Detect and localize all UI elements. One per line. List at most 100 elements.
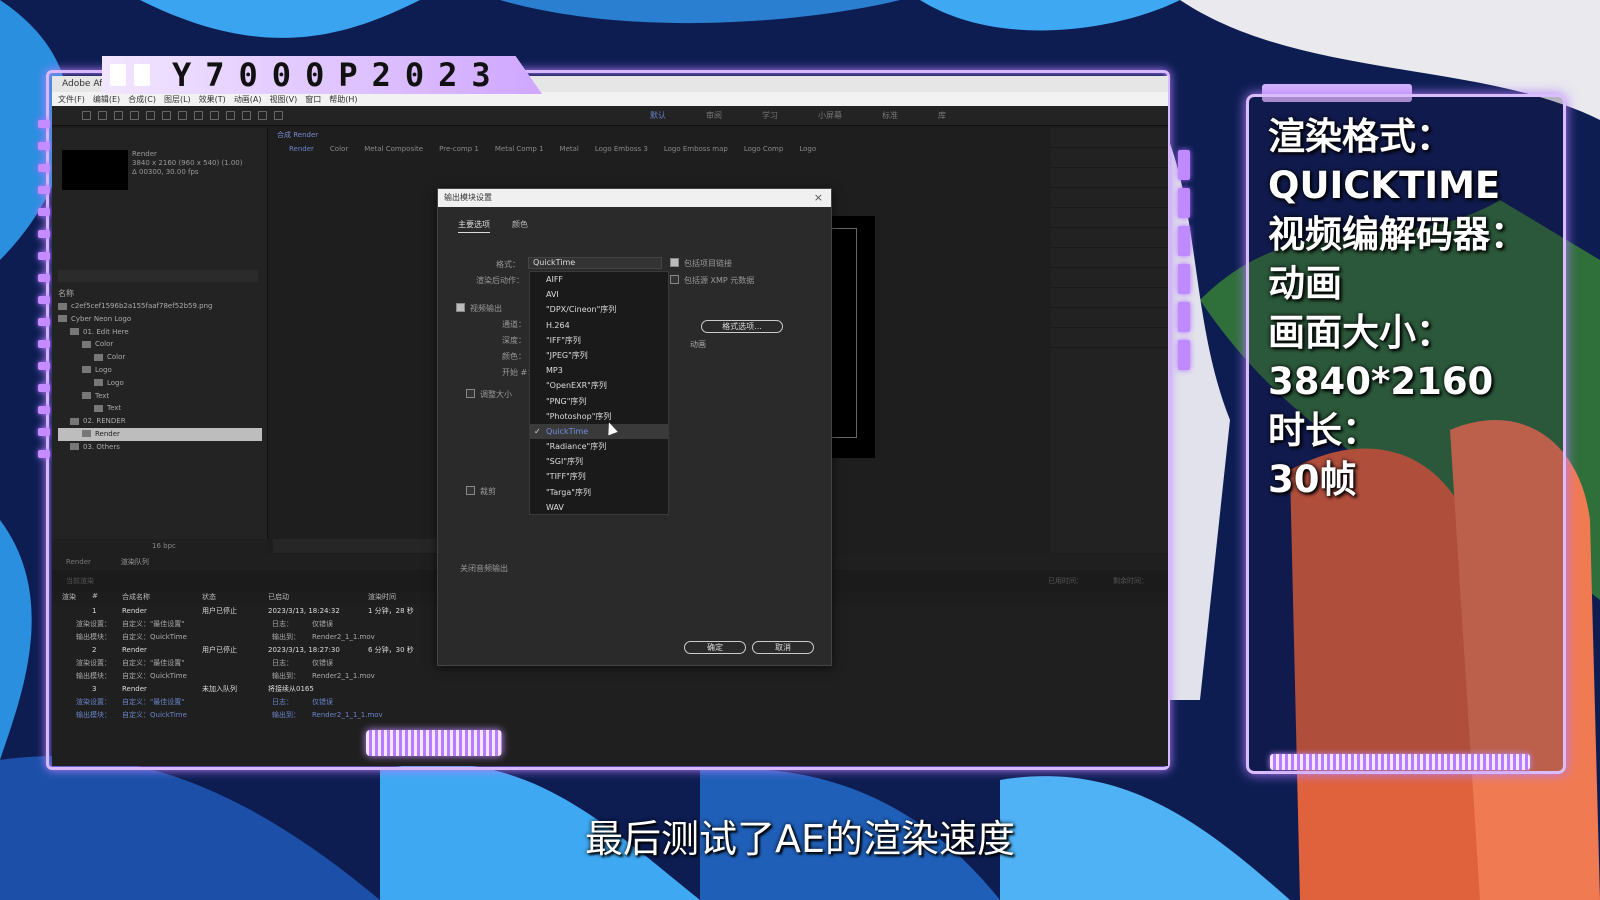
format-select[interactable]: QuickTime [528,257,662,269]
menu-item[interactable]: 图层(L) [164,94,191,105]
tab-render-queue[interactable]: 渲染队列 [121,557,149,567]
workspace-tab[interactable]: 小屏幕 [818,110,842,121]
menu-item[interactable]: 文件(F) [58,94,85,105]
format-option[interactable]: AIFF [530,272,668,287]
include-xmp-checkbox[interactable] [670,275,679,284]
project-tree-item[interactable]: Cyber Neon Logo [58,313,262,326]
project-tree-item[interactable]: Text [58,402,262,415]
camera-tool-icon[interactable] [146,111,155,120]
rq-item-row[interactable]: 3 Render 未加入队列 将接续从0165 [52,682,1168,695]
breadcrumb-item[interactable]: Logo Emboss map [664,145,728,153]
format-option[interactable]: AVI [530,287,668,302]
comp-info-size: 3840 x 2160 (960 x 540) (1.00) [132,159,243,167]
format-option[interactable]: H.264 [530,318,668,333]
tab-render[interactable]: Render [66,558,91,566]
rq-sub-value[interactable]: 自定义："最佳设置" [122,619,272,629]
video-output-checkbox[interactable] [456,303,465,312]
close-icon[interactable]: × [814,189,823,207]
project-tree-item[interactable]: 02. RENDER [58,415,262,428]
rq-sub-value[interactable]: 仅错误 [312,697,432,707]
cancel-button[interactable]: 取消 [752,641,814,654]
breadcrumb-item[interactable]: Logo Comp [744,145,783,153]
rq-sub-value[interactable]: Render2_1_1_1.mov [312,711,432,719]
tab-color[interactable]: 颜色 [512,219,528,237]
brush-tool-icon[interactable] [226,111,235,120]
menu-item[interactable]: 窗口 [305,94,321,105]
text-tool-icon[interactable] [210,111,219,120]
pan-tool-icon[interactable] [162,111,171,120]
rq-sub-value[interactable]: 仅错误 [312,658,432,668]
rotate-tool-icon[interactable] [130,111,139,120]
format-option[interactable]: "JPEG"序列 [530,348,668,363]
format-option[interactable]: "Photoshop"序列 [530,409,668,424]
workspace-tab[interactable]: 默认 [650,110,666,121]
project-tree-item[interactable]: Render [58,427,262,441]
workspace-tab[interactable]: 库 [938,110,946,121]
breadcrumb-item[interactable]: Logo Emboss 3 [595,145,648,153]
project-tree-item[interactable]: Logo [58,377,262,390]
stamp-tool-icon[interactable] [242,111,251,120]
format-option[interactable]: "PNG"序列 [530,394,668,409]
hand-tool-icon[interactable] [98,111,107,120]
zoom-tool-icon[interactable] [114,111,123,120]
project-tree-item[interactable]: c2ef5cef1596b2a155faaf78ef52b59.png [58,300,262,313]
crop-checkbox[interactable] [466,486,475,495]
rq-sub-value[interactable]: 自定义：QuickTime [122,671,272,681]
workspace-tab[interactable]: 审阅 [706,110,722,121]
rq-sub-value[interactable]: 自定义：QuickTime [122,710,272,720]
breadcrumb-item[interactable]: Render [289,145,314,153]
tab-main-options[interactable]: 主要选项 [458,219,490,233]
menu-item[interactable]: 视图(V) [270,94,298,105]
breadcrumb-item[interactable]: Metal Comp 1 [495,145,544,153]
rect-tool-icon[interactable] [178,111,187,120]
puppet-tool-icon[interactable] [274,111,283,120]
format-option[interactable]: "Targa"序列 [530,485,668,500]
pen-tool-icon[interactable] [194,111,203,120]
format-option[interactable]: QuickTime [530,423,668,439]
breadcrumb-item[interactable]: Pre-comp 1 [439,145,479,153]
project-search-input[interactable] [58,270,258,282]
format-option[interactable]: "OpenEXR"序列 [530,378,668,393]
workspace-tab[interactable]: 学习 [762,110,778,121]
breadcrumb-item[interactable]: Logo [799,145,816,153]
ok-button[interactable]: 确定 [684,641,746,654]
project-tree-item[interactable]: Text [58,390,262,403]
breadcrumb-item[interactable]: Color [330,145,348,153]
selection-tool-icon[interactable] [82,111,91,120]
format-option[interactable]: "DPX/Cineon"序列 [530,302,668,317]
rq-sub-value[interactable]: Render2_1_1.mov [312,672,432,680]
format-option[interactable]: "TIFF"序列 [530,469,668,484]
rq-sub-value[interactable]: 自定义：QuickTime [122,632,272,642]
breadcrumb-item[interactable]: Metal [560,145,579,153]
resize-checkbox[interactable] [466,389,475,398]
format-options-button[interactable]: 格式选项... [701,320,783,333]
project-tree-item[interactable]: 03. Others [58,441,262,454]
comp-tab[interactable]: 合成 Render [269,128,1049,142]
menu-item[interactable]: 动画(A) [234,94,262,105]
format-option[interactable]: MP3 [530,363,668,378]
rq-sub-value[interactable]: Render2_1_1.mov [312,633,432,641]
project-tree-item[interactable]: Logo [58,364,262,377]
breadcrumb-item[interactable]: Metal Composite [364,145,423,153]
menu-item[interactable]: 合成(C) [128,94,156,105]
include-project-link-label: 包括项目链接 [684,259,732,268]
rq-sub-value[interactable]: 自定义："最佳设置" [122,697,272,707]
rq-sub-value[interactable]: 仅错误 [312,619,432,629]
format-option[interactable]: "SGI"序列 [530,454,668,469]
include-project-link-checkbox[interactable] [670,258,679,267]
menu-item[interactable]: 帮助(H) [329,94,357,105]
workspace-tab[interactable]: 标准 [882,110,898,121]
rq-sub-value[interactable]: 自定义："最佳设置" [122,658,272,668]
project-tree-item[interactable]: 01. Edit Here [58,326,262,339]
audio-output-select[interactable]: 关闭音频输出 [460,563,508,574]
viewer-controls[interactable] [273,539,453,553]
format-option[interactable]: WAV [530,500,668,515]
project-tree-item[interactable]: Color [58,351,262,364]
eraser-tool-icon[interactable] [258,111,267,120]
bit-depth[interactable]: 16 bpc [52,539,268,553]
format-option[interactable]: "Radiance"序列 [530,439,668,454]
menu-item[interactable]: 编辑(E) [93,94,120,105]
project-tree-item[interactable]: Color [58,338,262,351]
format-option[interactable]: "IFF"序列 [530,333,668,348]
menu-item[interactable]: 效果(T) [199,94,226,105]
